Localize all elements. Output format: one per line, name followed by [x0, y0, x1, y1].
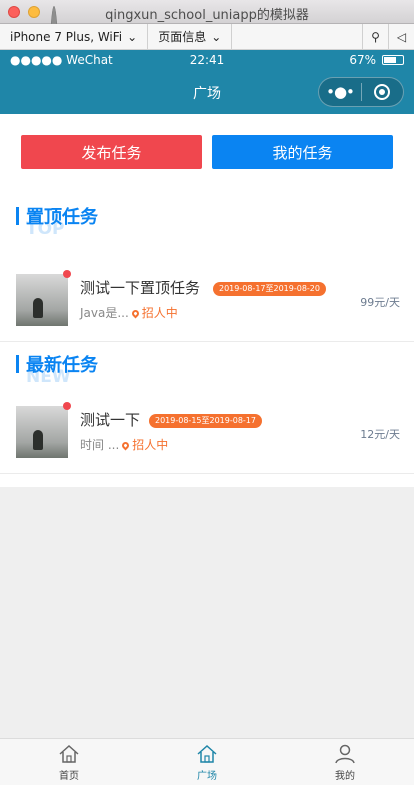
chevron-down-icon: ⌄	[127, 29, 138, 44]
more-icon[interactable]: •●•	[319, 83, 361, 101]
tab-me[interactable]: 我的	[276, 739, 414, 785]
simulator-window: qingxun_school_uniapp的模拟器 iPhone 7 Plus,…	[0, 0, 414, 785]
page-info-select[interactable]: 页面信息 ⌄	[148, 24, 233, 49]
location-pin-icon	[120, 440, 131, 451]
battery-percent: 67%	[349, 53, 376, 67]
tab-label: 广场	[197, 771, 217, 782]
empty-area	[0, 487, 414, 739]
target-icon	[374, 84, 391, 100]
task-thumbnail	[16, 274, 68, 326]
tab-label: 首页	[59, 771, 79, 782]
task-status: 招人中	[132, 438, 169, 452]
task-title: 测试一下置顶任务	[80, 279, 201, 297]
task-status: 招人中	[141, 306, 178, 320]
chevron-down-icon: ⌄	[211, 29, 222, 44]
publish-task-button[interactable]: 发布任务	[21, 135, 202, 169]
square-icon	[197, 744, 217, 763]
task-item[interactable]: 测试一下置顶任务 2019-08-17至2019-08-20 Java是... 招…	[0, 270, 414, 342]
tab-home[interactable]: 首页	[0, 739, 138, 785]
device-select[interactable]: iPhone 7 Plus, WiFi ⌄	[0, 24, 149, 49]
task-price: 12元/天	[360, 428, 400, 441]
phone-status-bar: ●●●●● WeChat 22:41 67%	[0, 50, 414, 70]
page-content: 发布任务 我的任务 TOP 置顶任务 测试一下置顶任务 2019-08-17至2…	[0, 114, 414, 487]
task-description: 时间 ... 招人中	[80, 438, 169, 452]
my-tasks-button[interactable]: 我的任务	[212, 135, 393, 169]
section-title: 置顶任务	[26, 207, 98, 228]
task-price: 99元/天	[360, 296, 400, 309]
task-item[interactable]: 测试一下 2019-08-15至2019-08-17 时间 ... 招人中 12元…	[0, 402, 414, 474]
user-icon	[335, 744, 355, 764]
battery-icon	[382, 55, 404, 65]
menu-capsule: •●•	[318, 77, 404, 107]
unread-dot	[63, 402, 71, 410]
task-thumbnail	[16, 406, 68, 458]
page-info-label: 页面信息	[158, 30, 207, 44]
exit-miniprogram-button[interactable]	[362, 84, 403, 100]
home-icon	[59, 744, 79, 763]
unread-dot	[63, 270, 71, 278]
device-label: iPhone 7 Plus, WiFi	[10, 29, 123, 44]
tab-label: 我的	[335, 771, 355, 782]
simulator-toolbar: iPhone 7 Plus, WiFi ⌄ 页面信息 ⌄ ⚲ ◁	[0, 24, 414, 50]
volume-icon[interactable]: ◁	[388, 24, 414, 49]
task-title: 测试一下	[80, 411, 141, 429]
tab-square[interactable]: 广场	[138, 739, 276, 785]
date-range-badge: 2019-08-17至2019-08-20	[213, 282, 326, 296]
tab-bar: 首页 广场 我的	[0, 738, 414, 785]
title-bar: qingxun_school_uniapp的模拟器	[0, 0, 414, 258]
pin-icon[interactable]: ⚲	[362, 24, 388, 49]
nav-bar: 广场 •●•	[0, 70, 414, 114]
location-pin-icon	[130, 308, 141, 319]
task-description: Java是... 招人中	[80, 306, 178, 320]
section-title: 最新任务	[26, 355, 98, 376]
window-title: qingxun_school_uniapp的模拟器	[105, 8, 309, 23]
date-range-badge: 2019-08-15至2019-08-17	[149, 414, 262, 428]
